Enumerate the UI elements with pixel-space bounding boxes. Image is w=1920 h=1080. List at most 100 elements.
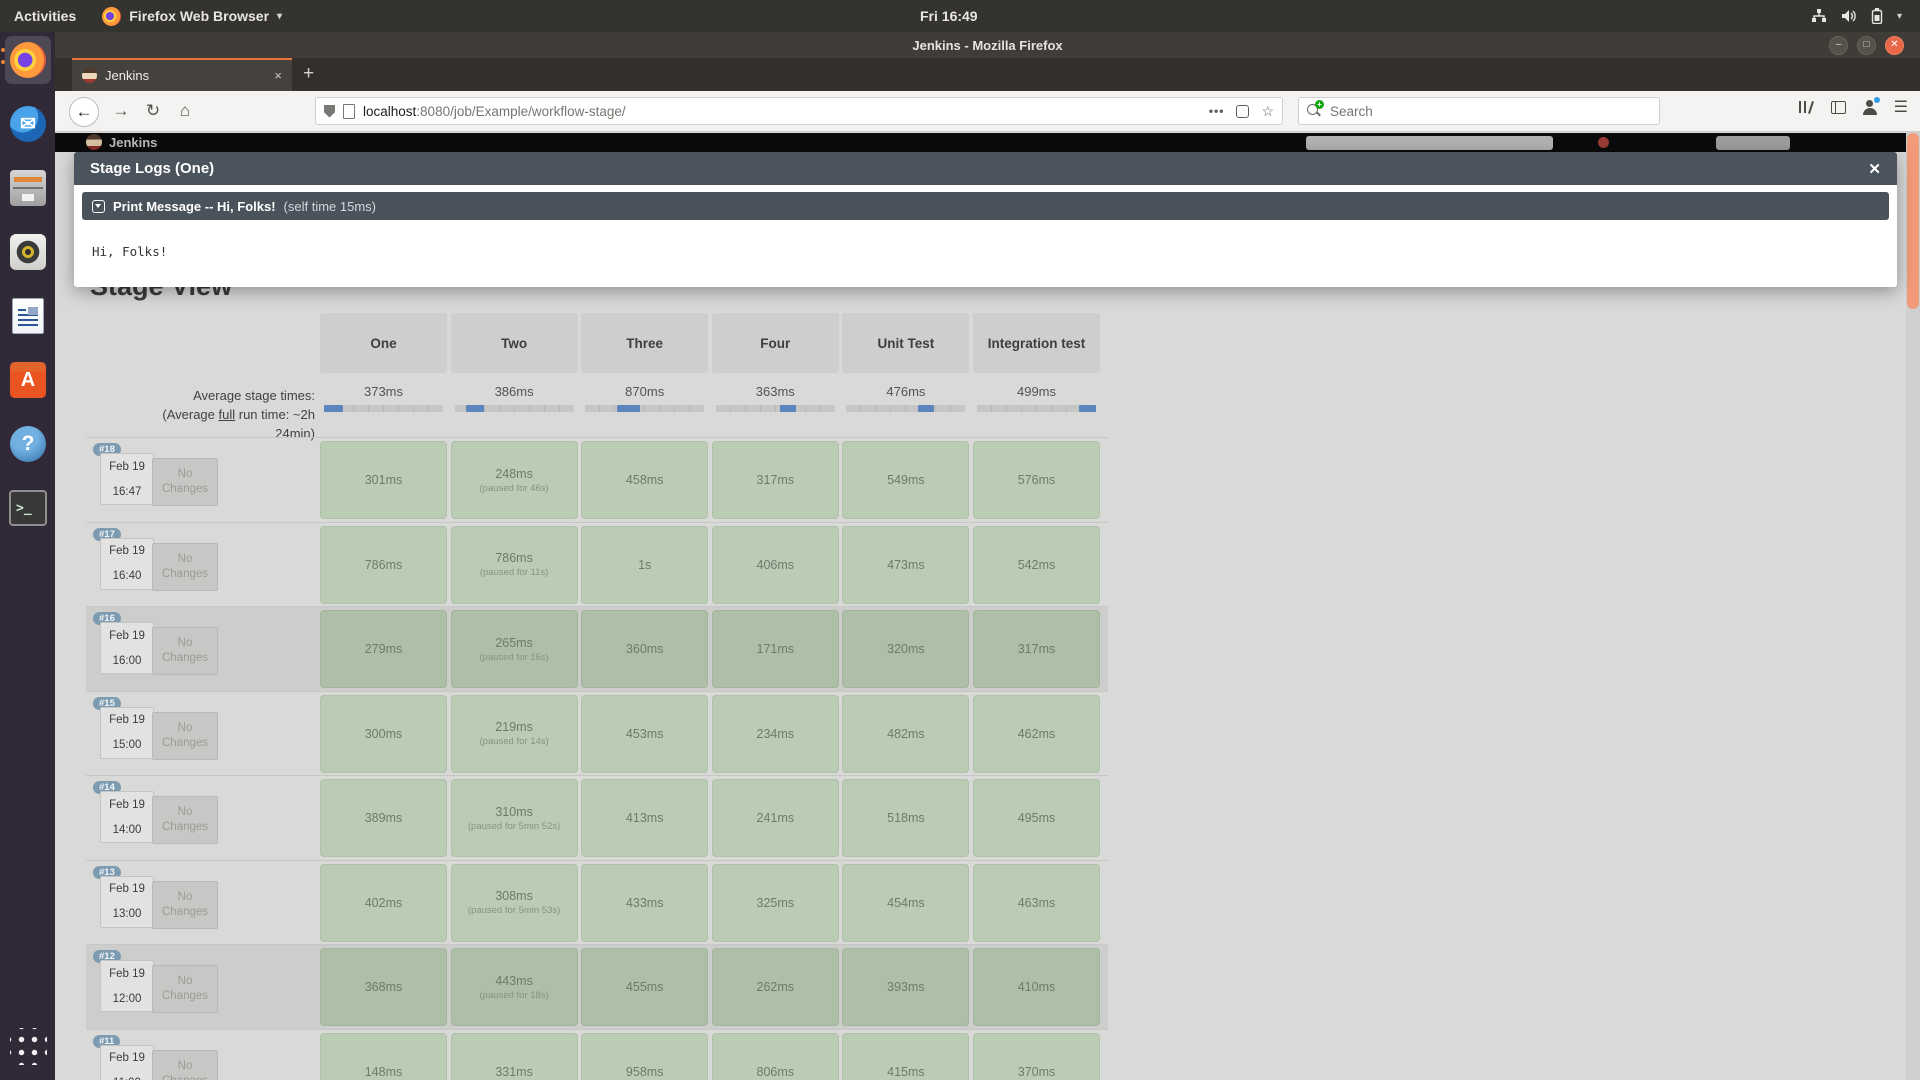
stage-cell[interactable]: 415ms (842, 1032, 970, 1080)
page-actions-icon[interactable]: ••• (1209, 104, 1225, 118)
dock-item-libreoffice-writer[interactable] (5, 292, 51, 340)
build-date[interactable]: Feb 19 14:00 (100, 791, 154, 843)
stage-cell[interactable]: 576ms (973, 441, 1100, 519)
build-changes[interactable]: No Changes (152, 711, 218, 760)
stage-cell[interactable]: 463ms (973, 863, 1100, 942)
dock-item-firefox-browser[interactable] (1, 36, 51, 84)
stage-cell[interactable]: 148ms (320, 1032, 447, 1080)
stage-cell[interactable]: 300ms (320, 694, 447, 773)
stage-cell[interactable]: 549ms (842, 441, 970, 519)
build-date[interactable]: Feb 1911:00 (100, 1044, 154, 1080)
window-titlebar[interactable]: Jenkins - Mozilla Firefox ‒ □ ✕ (55, 32, 1920, 58)
jenkins-brand[interactable]: Jenkins (109, 135, 157, 150)
build-changes[interactable]: No Changes (152, 627, 218, 675)
build-date[interactable]: Feb 19 16:47 (100, 453, 154, 505)
dock-item-terminal[interactable]: >_ (5, 484, 51, 532)
stage-cell[interactable]: 410ms (973, 948, 1100, 1026)
stage-cell[interactable]: 331ms (450, 1032, 578, 1080)
maximize-button[interactable]: □ (1857, 36, 1876, 55)
stage-cell[interactable]: 370ms (973, 1032, 1100, 1080)
stage-cell[interactable]: 262ms (711, 948, 839, 1026)
build-changes[interactable]: No Changes (152, 1049, 218, 1080)
dock-item-thunderbird-mail[interactable]: ✉ (5, 100, 51, 148)
build-date[interactable]: Feb 19 16:40 (100, 537, 154, 590)
dock-item-rhythmbox[interactable] (5, 228, 51, 276)
stage-cell[interactable]: 1s (581, 525, 709, 604)
stage-cell[interactable]: 786ms (320, 525, 447, 604)
tab-jenkins[interactable]: Jenkins × (72, 58, 292, 91)
stage-cell[interactable]: 958ms (581, 1032, 709, 1080)
activities-button[interactable]: Activities (14, 8, 76, 24)
stage-cell[interactable]: 317ms (973, 610, 1100, 688)
stage-cell[interactable]: 308ms (paused for 5min 53s) (450, 863, 578, 942)
stage-cell[interactable]: 443ms (paused for 18s) (450, 948, 578, 1026)
battery-icon[interactable] (1871, 8, 1883, 24)
account-icon[interactable] (1862, 97, 1880, 115)
minimize-button[interactable]: ‒ (1829, 36, 1848, 55)
build-date[interactable]: Feb 19 16:00 (100, 622, 154, 674)
home-button[interactable]: ⌂ (171, 97, 199, 125)
stage-cell[interactable]: 234ms (711, 694, 839, 773)
reload-button[interactable]: ↻ (139, 97, 167, 125)
build-date[interactable]: Feb 19 12:00 (100, 960, 154, 1012)
page-scrollbar[interactable] (1906, 131, 1920, 1080)
stage-cell[interactable]: 518ms (842, 779, 970, 857)
dock-item-show-applications[interactable] (5, 1022, 51, 1070)
stage-cell[interactable]: 402ms (320, 863, 447, 942)
stage-cell[interactable]: 368ms (320, 948, 447, 1026)
stage-cell[interactable]: 453ms (581, 694, 709, 773)
jenkins-search-box[interactable] (1306, 136, 1553, 150)
new-tab-button[interactable]: + (303, 63, 314, 85)
tab-close-icon[interactable]: × (274, 68, 282, 83)
stage-cell[interactable]: 786ms (paused for 11s) (450, 525, 578, 604)
page-info-icon[interactable] (343, 103, 355, 119)
stage-cell[interactable]: 360ms (581, 610, 709, 688)
full-run-link[interactable]: full (219, 407, 236, 422)
dock-item-files[interactable] (5, 164, 51, 212)
forward-button[interactable]: → (107, 97, 135, 125)
stage-cell[interactable]: 248ms (paused for 46s) (450, 441, 578, 519)
stage-cell[interactable]: 482ms (842, 694, 970, 773)
stage-cell[interactable]: 473ms (842, 525, 970, 604)
build-changes[interactable]: No Changes (152, 796, 218, 844)
stage-cell[interactable]: 241ms (711, 779, 839, 857)
scrollbar-thumb[interactable] (1907, 133, 1919, 309)
stage-cell[interactable]: 406ms (711, 525, 839, 604)
stage-cell[interactable]: 433ms (581, 863, 709, 942)
search-input[interactable] (1328, 102, 1612, 120)
stage-cell[interactable]: 495ms (973, 779, 1100, 857)
library-icon[interactable] (1798, 99, 1815, 115)
stage-cell[interactable]: 317ms (711, 441, 839, 519)
app-menu[interactable]: Firefox Web Browser ▾ (102, 6, 282, 26)
url-bar[interactable]: localhost:8080/job/Example/workflow-stag… (315, 97, 1283, 125)
stage-cell[interactable]: 542ms (973, 525, 1100, 604)
bookmark-star-icon[interactable]: ☆ (1261, 103, 1274, 120)
stage-cell[interactable]: 301ms (320, 441, 447, 519)
dock-item-help[interactable]: ? (5, 420, 51, 468)
dock-item-ubuntu-software[interactable]: A (5, 356, 51, 404)
build-changes[interactable]: No Changes (152, 458, 218, 506)
system-menu-caret-icon[interactable]: ▾ (1897, 11, 1902, 22)
jenkins-notification-icon[interactable] (1598, 137, 1609, 148)
build-changes[interactable]: No Changes (152, 880, 218, 929)
jenkins-logo-icon[interactable] (86, 134, 102, 150)
stage-cell[interactable]: 454ms (842, 863, 970, 942)
back-button[interactable]: ← (69, 97, 99, 127)
stage-cell[interactable]: 279ms (320, 610, 447, 688)
url-text[interactable]: localhost:8080/job/Example/workflow-stag… (363, 104, 1201, 119)
stage-cell[interactable]: 265ms (paused for 16s) (450, 610, 578, 688)
stage-cell[interactable]: 310ms (paused for 5min 52s) (450, 779, 578, 857)
stage-cell[interactable]: 455ms (581, 948, 709, 1026)
stage-cell[interactable]: 458ms (581, 441, 709, 519)
volume-icon[interactable] (1841, 9, 1857, 23)
pocket-icon[interactable] (1236, 104, 1250, 118)
stage-cell[interactable]: 325ms (711, 863, 839, 942)
stage-cell[interactable]: 413ms (581, 779, 709, 857)
menu-hamburger-icon[interactable]: ☰ (1894, 97, 1908, 117)
clock[interactable]: Fri 16:49 (920, 0, 978, 32)
sidebar-icon[interactable] (1830, 100, 1846, 114)
stage-cell[interactable]: 806ms (711, 1032, 839, 1080)
stage-cell[interactable]: 320ms (842, 610, 970, 688)
build-date[interactable]: Feb 19 15:00 (100, 706, 154, 759)
modal-close-icon[interactable]: ✕ (1868, 160, 1881, 178)
